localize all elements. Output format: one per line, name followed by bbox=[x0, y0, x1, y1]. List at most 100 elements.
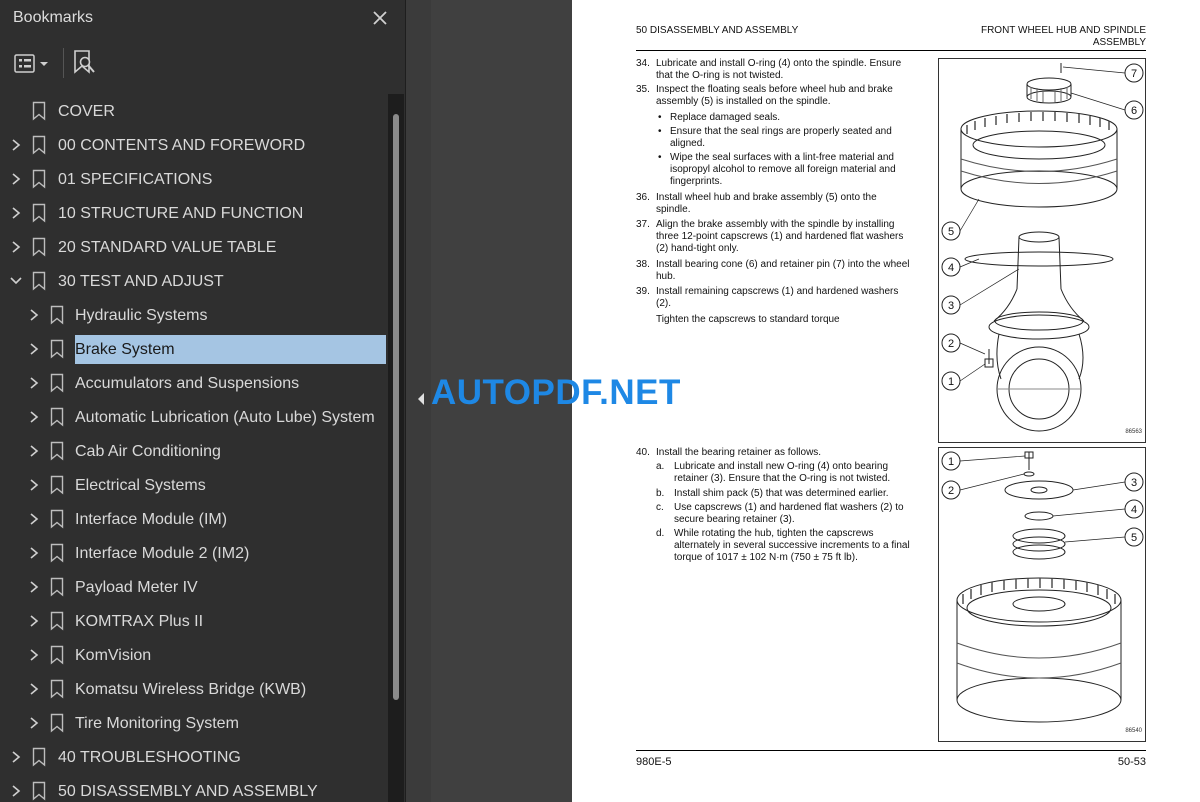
collapse-panel-icon[interactable] bbox=[416, 392, 426, 406]
text-line: Lubricate and install new O-ring (4) ont… bbox=[674, 461, 889, 472]
instruction-step-text: Install bearing cone (6) and retainer pi… bbox=[656, 259, 924, 283]
page-number: 50-53 bbox=[1117, 756, 1146, 768]
chevron-right-icon[interactable] bbox=[27, 545, 41, 561]
chevron-down-icon[interactable] bbox=[9, 273, 23, 289]
bookmark-icon bbox=[50, 713, 64, 733]
chevron-right-icon[interactable] bbox=[27, 477, 41, 493]
hub-spindle-drawing: 7 6 5 4 3 2 1 bbox=[941, 63, 1144, 432]
text-line: three 12-point capscrews (1) and hardene… bbox=[656, 231, 904, 242]
bookmark-item[interactable]: Interface Module (IM) bbox=[0, 502, 386, 536]
instruction-step-text: Install remaining capscrews (1) and hard… bbox=[656, 286, 924, 310]
bookmark-options-icon[interactable] bbox=[12, 50, 54, 78]
text-line: spindle. bbox=[656, 204, 691, 215]
instruction-substep-text: While rotating the hub, tighten the caps… bbox=[674, 528, 928, 564]
chevron-right-icon[interactable] bbox=[9, 171, 23, 187]
instruction-substep-marker: d. bbox=[656, 528, 665, 539]
figure-callout: 5 bbox=[948, 226, 954, 238]
bookmarks-title: Bookmarks bbox=[13, 9, 94, 26]
bookmark-item[interactable]: 30 TEST AND ADJUST bbox=[0, 264, 386, 298]
scrollbar-thumb[interactable] bbox=[393, 114, 399, 700]
close-icon[interactable] bbox=[369, 7, 391, 29]
bookmark-scrollbar[interactable] bbox=[388, 94, 404, 802]
instruction-step-marker: 34. bbox=[636, 58, 650, 69]
chevron-right-icon[interactable] bbox=[27, 341, 41, 357]
instruction-substep-marker: a. bbox=[656, 461, 665, 472]
chevron-right-icon[interactable] bbox=[27, 307, 41, 323]
figure-callout: 1 bbox=[948, 456, 954, 468]
instruction-bullet: • Ensure that the seal rings are properly… bbox=[658, 126, 908, 150]
text-line: Install wheel hub and brake assembly (5)… bbox=[656, 192, 877, 203]
instruction-step-marker: 38. bbox=[636, 259, 650, 270]
instruction-step-marker: 37. bbox=[636, 219, 650, 230]
bookmark-item[interactable]: Brake System bbox=[0, 332, 386, 366]
bookmark-item[interactable]: 00 CONTENTS AND FOREWORD bbox=[0, 128, 386, 162]
figure-callout: 2 bbox=[948, 485, 954, 497]
text-line: Install the bearing retainer as follows. bbox=[656, 447, 822, 458]
bookmark-icon bbox=[32, 747, 46, 767]
chevron-right-icon[interactable] bbox=[27, 681, 41, 697]
bookmark-item[interactable]: 20 STANDARD VALUE TABLE bbox=[0, 230, 386, 264]
text-line: (2). bbox=[656, 298, 671, 309]
chevron-right-icon[interactable] bbox=[9, 749, 23, 765]
bookmark-item[interactable]: COVER bbox=[0, 94, 386, 128]
text-line: retainer (3). Ensure that the O-ring is … bbox=[674, 473, 891, 484]
bookmark-item[interactable]: Cab Air Conditioning bbox=[0, 434, 386, 468]
instruction-bullet: • Wipe the seal surfaces with a lint-free… bbox=[658, 152, 908, 188]
bookmark-label: Brake System bbox=[75, 335, 386, 364]
bookmark-item[interactable]: KOMTRAX Plus II bbox=[0, 604, 386, 638]
instruction-bullet-text: Replace damaged seals. bbox=[670, 112, 908, 124]
bookmark-item[interactable]: Hydraulic Systems bbox=[0, 298, 386, 332]
bookmark-item[interactable]: KomVision bbox=[0, 638, 386, 672]
bookmark-label: KOMTRAX Plus II bbox=[75, 613, 204, 630]
chevron-right-icon[interactable] bbox=[9, 239, 23, 255]
bookmark-item[interactable]: 40 TROUBLESHOOTING bbox=[0, 740, 386, 774]
chevron-right-icon[interactable] bbox=[27, 715, 41, 731]
figure-bearing-retainer-exploded: 1 2 3 4 5 86540 bbox=[938, 447, 1146, 742]
bookmark-label: Hydraulic Systems bbox=[75, 307, 208, 324]
chevron-right-icon[interactable] bbox=[27, 443, 41, 459]
chevron-right-icon[interactable] bbox=[27, 647, 41, 663]
bookmarks-header: Bookmarks bbox=[0, 0, 406, 38]
chevron-right-icon[interactable] bbox=[27, 511, 41, 527]
bookmark-label: 10 STRUCTURE AND FUNCTION bbox=[58, 205, 304, 222]
text-line: isopropyl alcohol to remove all foreign … bbox=[670, 164, 896, 175]
bookmark-item[interactable]: Tire Monitoring System bbox=[0, 706, 386, 740]
chevron-right-icon[interactable] bbox=[9, 205, 23, 221]
bookmark-item[interactable]: Komatsu Wireless Bridge (KWB) bbox=[0, 672, 386, 706]
bookmark-item[interactable]: 10 STRUCTURE AND FUNCTION bbox=[0, 196, 386, 230]
chevron-right-icon[interactable] bbox=[9, 137, 23, 153]
chevron-right-icon[interactable] bbox=[9, 783, 23, 799]
bookmark-label: Interface Module (IM) bbox=[75, 511, 228, 528]
instruction-step: 38. Install bearing cone (6) and retainer… bbox=[636, 259, 926, 283]
bookmark-item[interactable]: 01 SPECIFICATIONS bbox=[0, 162, 386, 196]
bookmark-item[interactable]: 50 DISASSEMBLY AND ASSEMBLY bbox=[0, 774, 386, 802]
bookmark-icon bbox=[50, 339, 64, 359]
footer-rule bbox=[636, 750, 1146, 751]
page-footer-model: 980E-5 bbox=[636, 756, 672, 768]
watermark: AUTOPDF.NET bbox=[431, 373, 681, 412]
bookmarks-toolbar bbox=[0, 42, 406, 86]
instruction-step: 35. Inspect the floating seals before whe… bbox=[636, 84, 926, 108]
bookmark-item[interactable]: Payload Meter IV bbox=[0, 570, 386, 604]
bookmark-item[interactable]: Electrical Systems bbox=[0, 468, 386, 502]
bookmark-icon bbox=[50, 645, 64, 665]
figure-callout: 3 bbox=[1131, 477, 1137, 489]
torque-note: Tighten the capscrews to standard torque bbox=[656, 314, 840, 325]
page-header-title-line: FRONT WHEEL HUB AND SPINDLE bbox=[980, 25, 1146, 36]
text-line: assembly (5) is installed on the spindle… bbox=[656, 96, 831, 107]
bookmark-label: Cab Air Conditioning bbox=[75, 443, 221, 460]
instruction-step-marker: 36. bbox=[636, 192, 650, 203]
instruction-bullet: • Replace damaged seals. bbox=[658, 112, 908, 124]
find-bookmark-icon[interactable] bbox=[70, 48, 98, 78]
chevron-right-icon[interactable] bbox=[27, 613, 41, 629]
chevron-right-icon[interactable] bbox=[27, 375, 41, 391]
bookmark-label: 20 STANDARD VALUE TABLE bbox=[58, 239, 277, 256]
text-line: Align the brake assembly with the spindl… bbox=[656, 219, 895, 230]
bookmark-item[interactable]: Interface Module 2 (IM2) bbox=[0, 536, 386, 570]
instruction-step: 39. Install remaining capscrews (1) and h… bbox=[636, 286, 926, 310]
bookmark-tree: COVER 00 CONTENTS AND FOREWORD 01 SPECIFIC… bbox=[0, 94, 386, 802]
bookmark-item[interactable]: Automatic Lubrication (Auto Lube) System bbox=[0, 400, 386, 434]
chevron-right-icon[interactable] bbox=[27, 409, 41, 425]
chevron-right-icon[interactable] bbox=[27, 579, 41, 595]
bookmark-item[interactable]: Accumulators and Suspensions bbox=[0, 366, 386, 400]
